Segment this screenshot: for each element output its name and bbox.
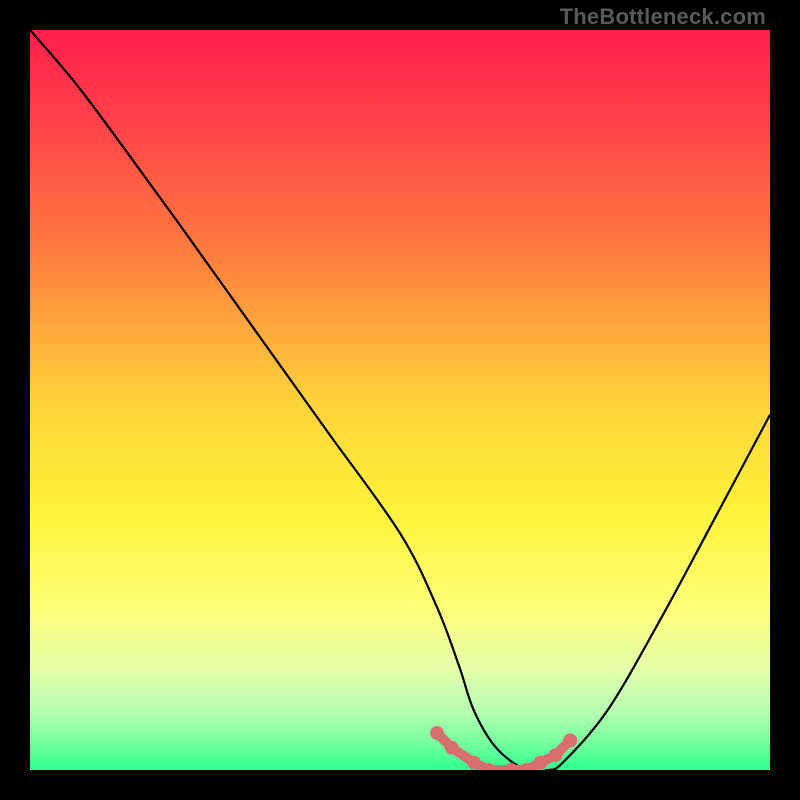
valley-dot bbox=[563, 733, 577, 747]
valley-markers bbox=[430, 726, 577, 770]
plot-area bbox=[30, 30, 770, 770]
valley-dot bbox=[467, 756, 481, 770]
valley-dot bbox=[548, 748, 562, 762]
watermark-text: TheBottleneck.com bbox=[560, 4, 766, 30]
valley-dot bbox=[534, 756, 548, 770]
valley-dot bbox=[445, 741, 459, 755]
curve-layer bbox=[30, 30, 770, 770]
bottleneck-curve bbox=[30, 30, 770, 770]
chart-frame: TheBottleneck.com bbox=[0, 0, 800, 800]
valley-dot bbox=[430, 726, 444, 740]
